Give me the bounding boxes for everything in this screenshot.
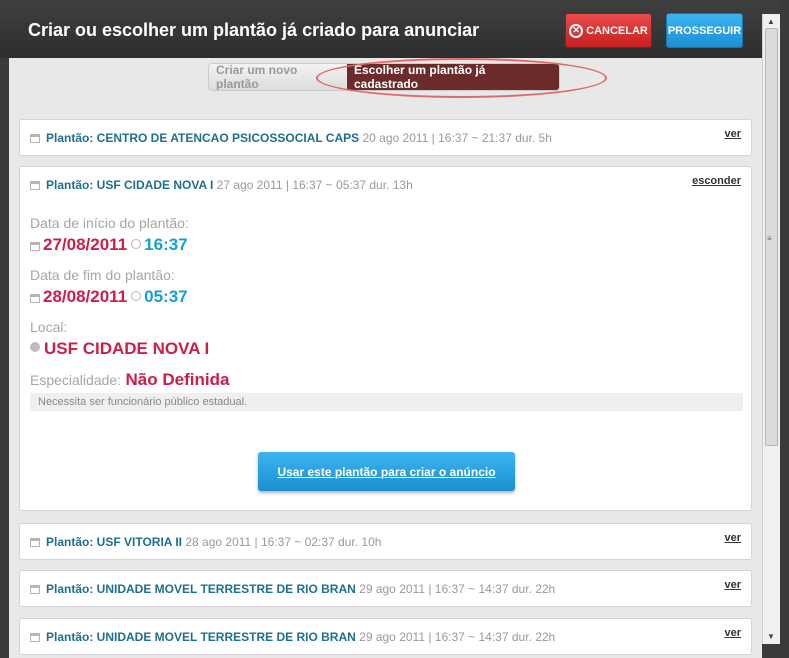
clock-icon [131,239,142,249]
calendar-icon [30,538,40,547]
view-link[interactable]: ver [724,128,741,140]
use-shift-button[interactable]: Usar este plantão para criar o anúncio [258,452,515,491]
modal-content: Criar um novo plantão Escolher um plantã… [9,58,762,658]
proceed-button[interactable]: PROSSEGUIR [666,13,743,48]
shift-card-header: Plantão: UNIDADE MOVEL TERRESTRE DE RIO … [30,630,555,644]
shift-card[interactable]: Plantão: CENTRO DE ATENCAO PSICOSSOCIAL … [19,119,752,156]
shift-meta: 27 ago 2011 | 16:37 ~ 05:37 dur. 13h [216,178,413,192]
shift-card-expanded: Plantão: USF CIDADE NOVA I 27 ago 2011 |… [19,166,752,511]
shift-card-header: Plantão: UNIDADE MOVEL TERRESTRE DE RIO … [30,582,555,596]
shift-meta: 29 ago 2011 | 16:37 ~ 14:37 dur. 22h [359,582,556,596]
scroll-grip-icon: ≡ [767,234,772,243]
specialty: Especialidade: Não Definida [30,370,229,390]
shift-card-header: Plantão: CENTRO DE ATENCAO PSICOSSOCIAL … [30,131,552,145]
close-circle-icon: ✕ [569,23,584,38]
scroll-up-arrow-icon[interactable]: ▲ [767,17,775,26]
location-icon [30,342,40,352]
highlight-ellipse [316,58,607,98]
scroll-down-arrow-icon[interactable]: ▼ [767,632,775,641]
calendar-icon [30,181,40,190]
modal-dialog: Criar ou escolher um plantão já criado p… [0,0,789,658]
location-value: USF CIDADE NOVA I [30,339,209,359]
view-link[interactable]: ver [724,627,741,639]
shift-title: Plantão: USF VITORIA II [46,535,183,549]
end-time: 05:37 [144,287,188,306]
start-time: 16:37 [144,235,188,254]
end-datetime: 28/08/2011 05:37 [30,287,188,307]
start-datetime: 27/08/2011 16:37 [30,235,188,255]
shift-title: Plantão: UNIDADE MOVEL TERRESTRE DE RIO … [46,630,356,644]
calendar-icon [30,294,40,303]
shift-title: Plantão: CENTRO DE ATENCAO PSICOSSOCIAL … [46,131,360,145]
shift-meta: 29 ago 2011 | 16:37 ~ 14:37 dur. 22h [359,630,556,644]
end-date: 28/08/2011 [43,287,128,306]
start-date: 27/08/2011 [43,235,128,254]
shift-meta: 20 ago 2011 | 16:37 ~ 21:37 dur. 5h [362,131,552,145]
shift-card[interactable]: Plantão: USF VITORIA II 28 ago 2011 | 16… [19,523,752,560]
modal-edge [780,0,789,658]
shift-title: Plantão: USF CIDADE NOVA I [46,178,214,192]
vertical-scrollbar[interactable]: ▲ ≡ ▼ [762,14,780,644]
shift-card[interactable]: Plantão: UNIDADE MOVEL TERRESTRE DE RIO … [19,618,752,655]
shift-card-header: Plantão: USF VITORIA II 28 ago 2011 | 16… [30,535,381,549]
calendar-icon [30,633,40,642]
modal-title: Criar ou escolher um plantão já criado p… [28,20,480,40]
shift-card-header: Plantão: USF CIDADE NOVA I 27 ago 2011 |… [30,178,413,192]
view-link[interactable]: ver [724,532,741,544]
modal-header: Criar ou escolher um plantão já criado p… [0,0,789,58]
start-date-label: Data de início do plantão: [30,215,189,231]
end-date-label: Data de fim do plantão: [30,267,175,283]
shift-title: Plantão: UNIDADE MOVEL TERRESTRE DE RIO … [46,582,356,596]
specialty-value: Não Definida [125,370,230,389]
calendar-icon [30,585,40,594]
clock-icon [131,291,142,301]
location-label: Local: [30,319,68,335]
view-link[interactable]: ver [724,579,741,591]
location-name: USF CIDADE NOVA I [44,339,210,358]
calendar-icon [30,242,40,251]
shift-card[interactable]: Plantão: UNIDADE MOVEL TERRESTRE DE RIO … [19,570,752,607]
hide-link[interactable]: esconder [692,175,741,187]
specialty-label: Especialidade: [30,372,122,388]
shift-meta: 28 ago 2011 | 16:37 ~ 02:37 dur. 10h [185,535,382,549]
requirement-note: Necessita ser funcionário público estadu… [30,393,743,411]
cancel-button-label: CANCELAR [586,24,648,37]
cancel-button[interactable]: ✕ CANCELAR [565,13,652,48]
calendar-icon [30,134,40,143]
